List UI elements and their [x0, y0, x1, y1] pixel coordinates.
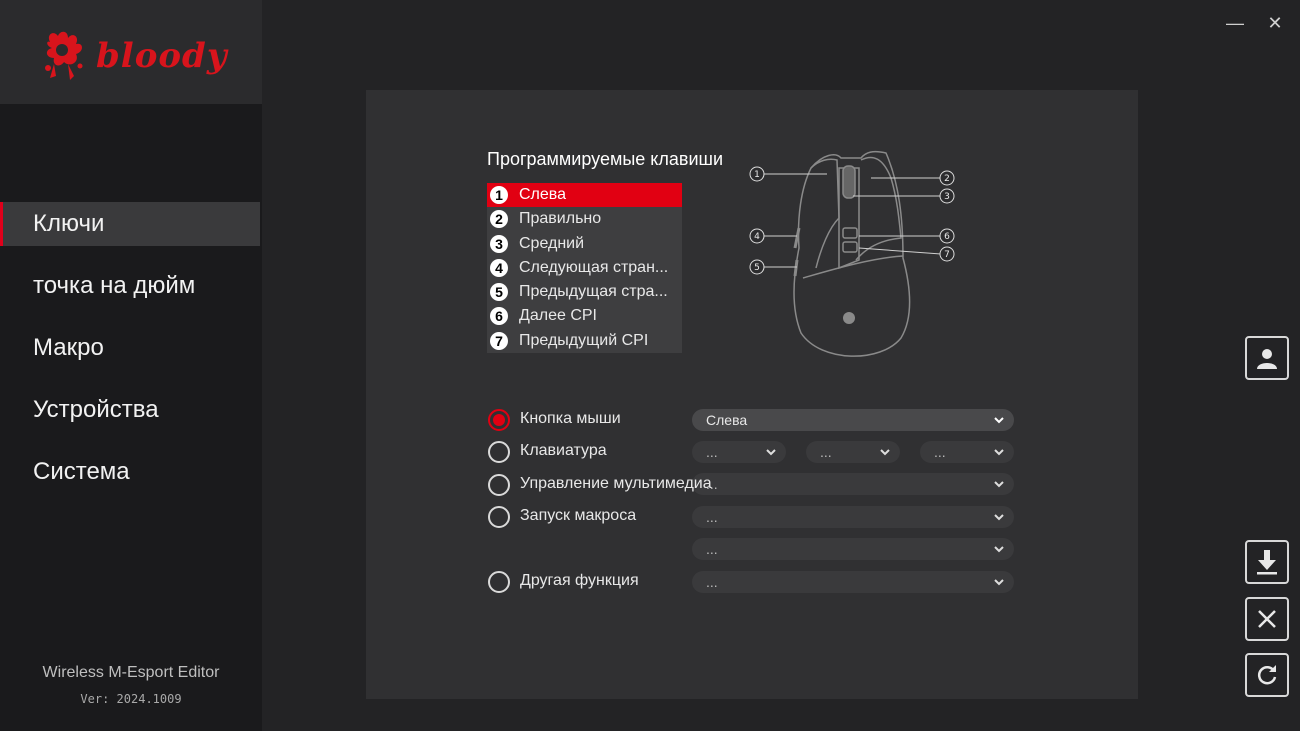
- close-icon: [1258, 610, 1276, 628]
- key-label: Следующая стран...: [519, 258, 669, 276]
- mouse-button-radio[interactable]: [488, 409, 510, 431]
- logo-area: bloody: [0, 0, 262, 104]
- key-label: Правильно: [519, 210, 602, 228]
- key-number: 2: [490, 210, 508, 229]
- key-item-4[interactable]: 4 Следующая стран...: [487, 256, 682, 280]
- profile-button[interactable]: [1245, 336, 1289, 380]
- key-number: 5: [490, 283, 508, 302]
- other-select[interactable]: ...: [692, 571, 1014, 593]
- callout-7: 7: [944, 250, 950, 260]
- other-radio[interactable]: [488, 571, 510, 593]
- chevron-down-icon: [994, 579, 1004, 586]
- reset-button[interactable]: [1245, 653, 1289, 697]
- chevron-down-icon: [766, 449, 776, 456]
- callout-5: 5: [754, 263, 760, 273]
- callout-2: 2: [944, 174, 950, 184]
- macro-select[interactable]: ...: [692, 506, 1014, 528]
- user-icon: [1257, 349, 1277, 369]
- macro-value-2: ...: [706, 541, 718, 557]
- chevron-down-icon: [994, 481, 1004, 488]
- key-item-3[interactable]: 3 Средний: [487, 232, 682, 256]
- minimize-button[interactable]: —: [1224, 12, 1246, 34]
- callout-4: 4: [754, 232, 760, 242]
- sidebar-item-label: точка на дюйм: [33, 272, 196, 299]
- chevron-down-icon: [994, 449, 1004, 456]
- multimedia-radio[interactable]: [488, 474, 510, 496]
- other-label: Другая функция: [520, 572, 639, 589]
- key-label: Предыдущая стра...: [519, 283, 668, 301]
- sidebar-nav: Ключи точка на дюйм Макро Устройства Сис…: [0, 202, 262, 512]
- keyboard-select-2[interactable]: ...: [806, 441, 900, 463]
- key-number: 6: [490, 307, 508, 326]
- keyboard-select-1[interactable]: ...: [692, 441, 786, 463]
- refresh-icon: [1257, 665, 1277, 685]
- editor-name: Wireless M-Esport Editor: [42, 664, 220, 681]
- sidebar-item-macro[interactable]: Макро: [0, 326, 262, 370]
- keyboard-label: Клавиатура: [520, 442, 607, 459]
- cancel-button[interactable]: [1245, 597, 1289, 641]
- macro-value: ...: [706, 509, 718, 525]
- sidebar-item-devices[interactable]: Устройства: [0, 388, 262, 432]
- key-item-2[interactable]: 2 Правильно: [487, 207, 682, 231]
- save-button[interactable]: [1245, 540, 1289, 584]
- version-label: Ver: 2024.1009: [80, 692, 182, 706]
- callout-3: 3: [944, 192, 950, 202]
- macro-radio[interactable]: [488, 506, 510, 528]
- download-icon: [1257, 550, 1277, 575]
- sidebar-item-label: Макро: [33, 334, 104, 361]
- key-number: 3: [490, 234, 508, 253]
- other-value: ...: [706, 574, 718, 590]
- chevron-down-icon: [880, 449, 890, 456]
- sidebar-item-system[interactable]: Система: [0, 450, 262, 494]
- multimedia-label: Управление мультимедиа: [520, 475, 712, 492]
- key-label: Слева: [519, 186, 567, 203]
- keyboard-value-2: ...: [820, 444, 832, 460]
- chevron-down-icon: [994, 546, 1004, 553]
- key-number: 7: [490, 331, 508, 350]
- logo-text: bloody: [96, 36, 228, 76]
- keyboard-value-3: ...: [934, 444, 946, 460]
- keyboard-select-3[interactable]: ...: [920, 441, 1014, 463]
- key-list: 1 Слева 2 Правильно 3 Средний 4 Следующая ст…: [487, 183, 682, 353]
- sidebar: bloody Ключи точка на дюйм Макро Устройс…: [0, 0, 262, 731]
- mouse-button-label: Кнопка мыши: [520, 410, 621, 427]
- keyboard-radio[interactable]: [488, 441, 510, 463]
- key-item-1[interactable]: 1 Слева: [487, 183, 682, 208]
- chevron-down-icon: [994, 417, 1004, 424]
- key-number: 4: [490, 258, 508, 277]
- multimedia-select[interactable]: ...: [692, 473, 1014, 495]
- callout-6: 6: [944, 232, 950, 242]
- programmable-keys-title: Программируемые клавиши: [487, 149, 723, 169]
- key-label: Далее CPI: [519, 307, 597, 325]
- key-label: Предыдущий CPI: [519, 331, 649, 349]
- sidebar-item-label: Устройства: [33, 396, 159, 423]
- chevron-down-icon: [994, 514, 1004, 521]
- macro-select-2[interactable]: ...: [692, 538, 1014, 560]
- key-item-7[interactable]: 7 Предыдущий CPI: [487, 329, 682, 353]
- main-panel: Программируемые клавиши 1 Слева 2 Правильн…: [366, 90, 1138, 699]
- macro-label: Запуск макроса: [520, 507, 637, 524]
- key-number: 1: [490, 186, 508, 204]
- sidebar-item-label: Ключи: [33, 210, 105, 237]
- key-item-6[interactable]: 6 Далее CPI: [487, 304, 682, 328]
- callout-1: 1: [754, 170, 760, 180]
- sidebar-item-dpi[interactable]: точка на дюйм: [0, 264, 262, 308]
- key-label: Средний: [519, 234, 585, 252]
- key-item-5[interactable]: 5 Предыдущая стра...: [487, 280, 682, 304]
- mouse-diagram: 1 2 3 4 6 5 7: [749, 150, 955, 357]
- sidebar-item-keys[interactable]: Ключи: [0, 202, 260, 246]
- mouse-button-select[interactable]: Слева: [692, 409, 1014, 431]
- mouse-button-value: Слева: [706, 412, 748, 428]
- close-window-button[interactable]: ✕: [1264, 12, 1286, 34]
- sidebar-item-label: Система: [33, 458, 130, 485]
- keyboard-value-1: ...: [706, 444, 718, 460]
